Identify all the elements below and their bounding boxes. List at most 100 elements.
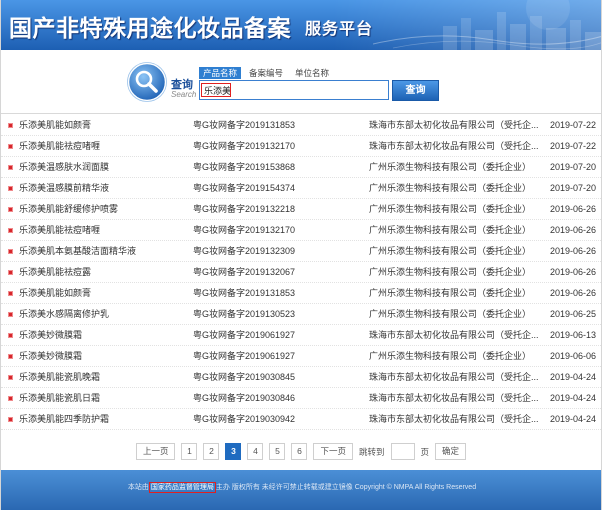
bullet-icon: [8, 375, 13, 380]
record-date: 2019-04-24: [549, 414, 596, 424]
company-name: 珠海市东部太初化妆品有限公司（受托企...: [369, 393, 539, 403]
company-name: 珠海市东部太初化妆品有限公司（受托企...: [369, 330, 539, 340]
page-button-6[interactable]: 6: [291, 443, 308, 460]
bullet-icon: [8, 417, 13, 422]
record-number: 粤G妆网备字2019131853: [193, 288, 296, 298]
company-name: 珠海市东部太初化妆品有限公司（受托企...: [369, 372, 539, 382]
jump-label: 跳转到: [358, 446, 385, 457]
record-number: 粤G妆网备字2019030846: [193, 393, 296, 403]
footer-org-link[interactable]: 国家药品监督管理局: [148, 482, 216, 493]
next-page-button[interactable]: 下一页: [313, 443, 353, 460]
company-name: 广州乐添生物科技有限公司（委托企业）: [369, 204, 532, 214]
result-row[interactable]: 乐添美肌能瓷肌晚霜 粤G妆网备字2019030845 珠海市东部太初化妆品有限公司（…: [1, 367, 601, 388]
product-name-link[interactable]: 乐添美肌能祛痘啫喱: [19, 136, 189, 156]
company-name: 广州乐添生物科技有限公司（委托企业）: [369, 288, 532, 298]
page: 国产非特殊用途化妆品备案 服务平台 查询 Search 产品名称 备案编号 单位…: [0, 0, 602, 510]
bullet-icon: [8, 396, 13, 401]
page-button-3[interactable]: 3: [225, 443, 242, 460]
result-row[interactable]: 乐添美肌能四季防护霜 粤G妆网备字2019030942 珠海市东部太初化妆品有限公司…: [1, 409, 601, 430]
product-name-link[interactable]: 乐添美妙微膜霜: [19, 325, 189, 345]
site-header: 国产非特殊用途化妆品备案 服务平台: [1, 0, 601, 50]
product-name-link[interactable]: 乐添美水感隔离修护乳: [19, 304, 189, 324]
product-name-link[interactable]: 乐添美肌能祛痘啫喱: [19, 220, 189, 240]
product-name-link[interactable]: 乐添美肌本氨基酸洁面精华液: [19, 241, 189, 261]
result-row[interactable]: 乐添美肌能舒缓修护喷雾 粤G妆网备字2019132218 广州乐添生物科技有限公司（…: [1, 199, 601, 220]
company-name: 珠海市东部太初化妆品有限公司（受托企...: [369, 141, 539, 151]
tab-company-name[interactable]: 单位名称: [291, 67, 333, 79]
search-label-en: Search: [171, 90, 197, 99]
bullet-icon: [8, 123, 13, 128]
company-name: 珠海市东部太初化妆品有限公司（受托企...: [369, 120, 539, 130]
jump-page-input[interactable]: [390, 443, 415, 460]
record-date: 2019-07-20: [549, 162, 596, 172]
record-date: 2019-04-24: [549, 393, 596, 403]
result-row[interactable]: 乐添美肌能瓷肌日霜 粤G妆网备字2019030846 珠海市东部太初化妆品有限公司（…: [1, 388, 601, 409]
company-name: 广州乐添生物科技有限公司（委托企业）: [369, 351, 532, 361]
product-name-link[interactable]: 乐添美肌能瓷肌晚霜: [19, 367, 189, 387]
record-number: 粤G妆网备字2019061927: [193, 351, 296, 361]
result-row[interactable]: 乐添美肌能祛痘啫喱 粤G妆网备字2019132170 广州乐添生物科技有限公司（委托…: [1, 220, 601, 241]
magnifier-icon: [127, 62, 167, 102]
record-date: 2019-06-25: [549, 309, 596, 319]
record-date: 2019-07-22: [549, 120, 596, 130]
record-number: 粤G妆网备字2019030942: [193, 414, 296, 424]
record-date: 2019-04-24: [549, 372, 596, 382]
bullet-icon: [8, 291, 13, 296]
footer-suffix: 主办 版权所有 未经许可禁止转载或建立镜像 Copyright © NMPA A…: [215, 484, 477, 491]
record-number: 粤G妆网备字2019154374: [193, 183, 296, 193]
product-name-link[interactable]: 乐添美肌能祛痘露: [19, 262, 189, 282]
company-name: 广州乐添生物科技有限公司（委托企业）: [369, 225, 532, 235]
result-row[interactable]: 乐添美肌本氨基酸洁面精华液 粤G妆网备字2019132309 广州乐添生物科技有限公…: [1, 241, 601, 262]
bullet-icon: [8, 270, 13, 275]
footer-prefix: 本站由: [127, 484, 149, 491]
record-date: 2019-06-26: [549, 204, 596, 214]
search-input[interactable]: [199, 80, 389, 100]
confirm-jump-button[interactable]: 确定: [435, 443, 467, 460]
site-footer: 本站由 国家药品监督管理局 主办 版权所有 未经许可禁止转载或建立镜像 Copyri…: [1, 470, 601, 510]
product-name-link[interactable]: 乐添美温感肤水润面膜: [19, 157, 189, 177]
tab-record-number[interactable]: 备案编号: [245, 67, 287, 79]
company-name: 广州乐添生物科技有限公司（委托企业）: [369, 246, 532, 256]
page-button-4[interactable]: 4: [247, 443, 264, 460]
page-button-2[interactable]: 2: [203, 443, 220, 460]
bullet-icon: [8, 312, 13, 317]
record-number: 粤G妆网备字2019132218: [193, 204, 296, 214]
record-number: 粤G妆网备字2019132067: [193, 267, 296, 277]
product-name-link[interactable]: 乐添美肌能瓷肌日霜: [19, 388, 189, 408]
bullet-icon: [8, 186, 13, 191]
record-number: 粤G妆网备字2019153868: [193, 162, 296, 172]
pagination: 上一页 123456 下一页 跳转到 页 确定: [1, 443, 601, 460]
page-button-5[interactable]: 5: [269, 443, 286, 460]
record-number: 粤G妆网备字2019130523: [193, 309, 296, 319]
record-date: 2019-07-20: [549, 183, 596, 193]
bullet-icon: [8, 249, 13, 254]
product-name-link[interactable]: 乐添美肌能如颜膏: [19, 283, 189, 303]
result-row[interactable]: 乐添美肌能如颜膏 粤G妆网备字2019131853 珠海市东部太初化妆品有限公司（受…: [1, 115, 601, 136]
result-row[interactable]: 乐添美肌能祛痘啫喱 粤G妆网备字2019132170 珠海市东部太初化妆品有限公司（…: [1, 136, 601, 157]
product-name-link[interactable]: 乐添美肌能如颜膏: [19, 115, 189, 135]
company-name: 广州乐添生物科技有限公司（委托企业）: [369, 309, 532, 319]
result-row[interactable]: 乐添美温感肤水润面膜 粤G妆网备字2019153868 广州乐添生物科技有限公司（委…: [1, 157, 601, 178]
result-row[interactable]: 乐添美妙微膜霜 粤G妆网备字2019061927 珠海市东部太初化妆品有限公司（受托…: [1, 325, 601, 346]
result-row[interactable]: 乐添美妙微膜霜 粤G妆网备字2019061927 广州乐添生物科技有限公司（委托企业…: [1, 346, 601, 367]
page-unit-label: 页: [420, 446, 430, 457]
search-button[interactable]: 查询: [392, 80, 439, 101]
result-row[interactable]: 乐添美水感隔离修护乳 粤G妆网备字2019130523 广州乐添生物科技有限公司（委…: [1, 304, 601, 325]
product-name-link[interactable]: 乐添美肌能舒缓修护喷雾: [19, 199, 189, 219]
result-row[interactable]: 乐添美肌能如颜膏 粤G妆网备字2019131853 广州乐添生物科技有限公司（委托企…: [1, 283, 601, 304]
bullet-icon: [8, 144, 13, 149]
result-row[interactable]: 乐添美温感膜前精华液 粤G妆网备字2019154374 广州乐添生物科技有限公司（委…: [1, 178, 601, 199]
page-button-1[interactable]: 1: [181, 443, 198, 460]
record-date: 2019-06-13: [549, 330, 596, 340]
record-date: 2019-06-06: [549, 351, 596, 361]
bullet-icon: [8, 333, 13, 338]
prev-page-button[interactable]: 上一页: [135, 443, 176, 460]
record-date: 2019-06-26: [549, 225, 596, 235]
company-name: 广州乐添生物科技有限公司（委托企业）: [369, 183, 532, 193]
tab-product-name[interactable]: 产品名称: [199, 67, 242, 79]
product-name-link[interactable]: 乐添美妙微膜霜: [19, 346, 189, 366]
product-name-link[interactable]: 乐添美温感膜前精华液: [19, 178, 189, 198]
result-row[interactable]: 乐添美肌能祛痘露 粤G妆网备字2019132067 广州乐添生物科技有限公司（委托企…: [1, 262, 601, 283]
record-number: 粤G妆网备字2019030845: [193, 372, 296, 382]
product-name-link[interactable]: 乐添美肌能四季防护霜: [19, 409, 189, 429]
